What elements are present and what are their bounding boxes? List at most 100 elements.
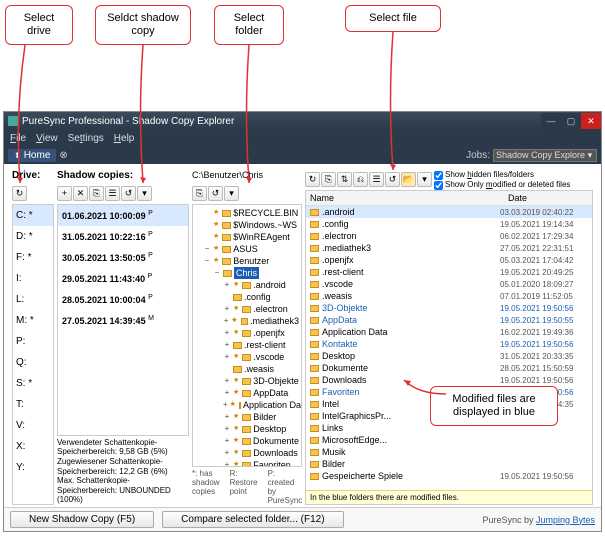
drive-item[interactable]: F: *: [13, 247, 53, 268]
file-row[interactable]: .weasis07.01.2019 11:52:05: [306, 290, 592, 302]
file-row[interactable]: Musik: [306, 446, 592, 458]
close-button[interactable]: ✕: [581, 113, 601, 129]
refresh-drives-icon[interactable]: ↻: [12, 186, 27, 201]
check-modified-only[interactable]: Show Only modified or deleted files: [434, 180, 570, 190]
file-tool6-icon[interactable]: ↺: [385, 172, 400, 187]
tree-item[interactable]: +★.electron: [195, 303, 299, 315]
drive-item[interactable]: T:: [13, 394, 53, 415]
file-row[interactable]: Application Data16.02.2021 19:49:36: [306, 326, 592, 338]
file-tool3-icon[interactable]: ⇅: [337, 172, 352, 187]
shadow-add-icon[interactable]: +: [57, 186, 72, 201]
tree-item[interactable]: −★Benutzer: [195, 255, 299, 267]
nav-bar: Home ⊗ Jobs: Shadow Copy Explore ▾: [4, 146, 601, 164]
shadow-item[interactable]: 28.05.2021 10:00:04 P: [58, 289, 188, 310]
compare-folder-button[interactable]: Compare selected folder... (F12): [162, 511, 343, 528]
file-row[interactable]: Downloads19.05.2021 19:50:56: [306, 374, 592, 386]
tree-item[interactable]: +★3D-Objekte: [195, 375, 299, 387]
nav-close-icon[interactable]: ⊗: [59, 150, 67, 161]
file-header-date[interactable]: Date: [504, 191, 592, 205]
check-hidden[interactable]: Show hidden files/folders: [434, 170, 570, 180]
tree-item[interactable]: +★.openjfx: [195, 327, 299, 339]
file-row[interactable]: .openjfx05.03.2021 17:04:42: [306, 254, 592, 266]
file-tool2-icon[interactable]: ⎘: [321, 172, 336, 187]
drive-item[interactable]: L:: [13, 289, 53, 310]
file-row[interactable]: .mediathek327.05.2021 22:31:51: [306, 242, 592, 254]
file-row[interactable]: .electron06.02.2021 17:29:34: [306, 230, 592, 242]
file-row[interactable]: Gespeicherte Spiele19.05.2021 19:50:56: [306, 470, 592, 482]
tree-item[interactable]: .config: [195, 291, 299, 303]
drive-item[interactable]: I:: [13, 268, 53, 289]
shadow-item[interactable]: 31.05.2021 10:22:16 P: [58, 226, 188, 247]
file-header-name[interactable]: Name: [306, 191, 504, 205]
shadow-delete-icon[interactable]: ✕: [73, 186, 88, 201]
shadow-column: Shadow copies: + ✕ ⎘ ☰ ↺ ▾ 01.06.2021 10…: [57, 170, 189, 505]
file-menu-icon[interactable]: ▾: [417, 172, 432, 187]
shadow-item[interactable]: 29.05.2021 11:43:40 P: [58, 268, 188, 289]
file-note: In the blue folders there are modified f…: [306, 490, 592, 504]
drive-item[interactable]: Y:: [13, 457, 53, 478]
shadow-tool1-icon[interactable]: ⎘: [89, 186, 104, 201]
file-row[interactable]: AppData19.05.2021 19:50:55: [306, 314, 592, 326]
tree-item[interactable]: +★Downloads: [195, 447, 299, 459]
new-shadow-copy-button[interactable]: New Shadow Copy (F5): [10, 511, 154, 528]
drive-item[interactable]: D: *: [13, 226, 53, 247]
drive-item[interactable]: S: *: [13, 373, 53, 394]
file-row[interactable]: .android03.03.2019 02:40:22: [306, 206, 592, 218]
menu-settings[interactable]: Settings: [64, 132, 108, 145]
tree-item[interactable]: +★Bilder: [195, 411, 299, 423]
drive-item[interactable]: V:: [13, 415, 53, 436]
minimize-button[interactable]: —: [541, 113, 561, 129]
drive-item[interactable]: P:: [13, 331, 53, 352]
drive-item[interactable]: M: *: [13, 310, 53, 331]
file-row[interactable]: .vscode05.01.2020 18:09:27: [306, 278, 592, 290]
file-row[interactable]: Bilder: [306, 458, 592, 470]
maximize-button[interactable]: ▢: [561, 113, 581, 129]
tree-item[interactable]: +★AppData: [195, 387, 299, 399]
drive-item[interactable]: X:: [13, 436, 53, 457]
shadow-item[interactable]: 30.05.2021 13:50:05 P: [58, 247, 188, 268]
tree-item[interactable]: .weasis: [195, 363, 299, 375]
tree-item[interactable]: −Chris: [195, 267, 299, 279]
menu-view[interactable]: View: [32, 132, 62, 145]
tree-item[interactable]: +.rest-client: [195, 339, 299, 351]
shadow-item[interactable]: 27.05.2021 14:39:45 M: [58, 310, 188, 331]
tree-item[interactable]: ★$RECYCLE.BIN: [195, 207, 299, 219]
credit-link[interactable]: Jumping Bytes: [536, 515, 595, 525]
shadow-item[interactable]: 01.06.2021 10:00:09 P: [58, 205, 188, 226]
titlebar[interactable]: PureSync Professional - Shadow Copy Expl…: [4, 112, 601, 130]
tree-tool2-icon[interactable]: ↺: [208, 186, 223, 201]
tree-item[interactable]: ★$Windows.~WS: [195, 219, 299, 231]
tree-item[interactable]: +★Favoriten: [195, 459, 299, 467]
tree-tool1-icon[interactable]: ⎘: [192, 186, 207, 201]
file-row[interactable]: Dokumente28.05.2021 15:50:59: [306, 362, 592, 374]
tree-item[interactable]: +★.mediathek3: [195, 315, 299, 327]
file-tool4-icon[interactable]: ⎌: [353, 172, 368, 187]
file-row[interactable]: MicrosoftEdge...: [306, 434, 592, 446]
drive-list: C: *D: *F: *I:L:M: *P:Q:S: *T:V:X:Y:: [12, 204, 54, 505]
file-row[interactable]: .config19.05.2021 19:14:34: [306, 218, 592, 230]
file-open-icon[interactable]: 📂: [401, 172, 416, 187]
file-row[interactable]: Kontakte19.05.2021 19:50:56: [306, 338, 592, 350]
shadow-tool2-icon[interactable]: ☰: [105, 186, 120, 201]
tree-item[interactable]: +★.android: [195, 279, 299, 291]
shadow-menu-icon[interactable]: ▾: [137, 186, 152, 201]
footer: New Shadow Copy (F5) Compare selected fo…: [4, 507, 601, 531]
folder-tree: ★$RECYCLE.BIN★$Windows.~WS★$WinREAgent−★…: [192, 204, 302, 467]
file-tool1-icon[interactable]: ↻: [305, 172, 320, 187]
tree-item[interactable]: +★.vscode: [195, 351, 299, 363]
file-tool5-icon[interactable]: ☰: [369, 172, 384, 187]
tree-menu-icon[interactable]: ▾: [224, 186, 239, 201]
drive-item[interactable]: Q:: [13, 352, 53, 373]
tree-item[interactable]: ★$WinREAgent: [195, 231, 299, 243]
tree-item[interactable]: −★ASUS: [195, 243, 299, 255]
file-row[interactable]: .rest-client19.05.2021 20:49:25: [306, 266, 592, 278]
tree-item[interactable]: +★Application Data: [195, 399, 299, 411]
file-row[interactable]: 3D-Objekte19.05.2021 19:50:56: [306, 302, 592, 314]
tree-item[interactable]: +★Desktop: [195, 423, 299, 435]
shadow-tool3-icon[interactable]: ↺: [121, 186, 136, 201]
drive-item[interactable]: C: *: [13, 205, 53, 226]
jobs-select[interactable]: Shadow Copy Explore ▾: [493, 149, 597, 162]
tree-item[interactable]: +★Dokumente: [195, 435, 299, 447]
callout-modified: Modified files aredisplayed in blue: [430, 386, 558, 426]
file-row[interactable]: Desktop31.05.2021 20:33:35: [306, 350, 592, 362]
